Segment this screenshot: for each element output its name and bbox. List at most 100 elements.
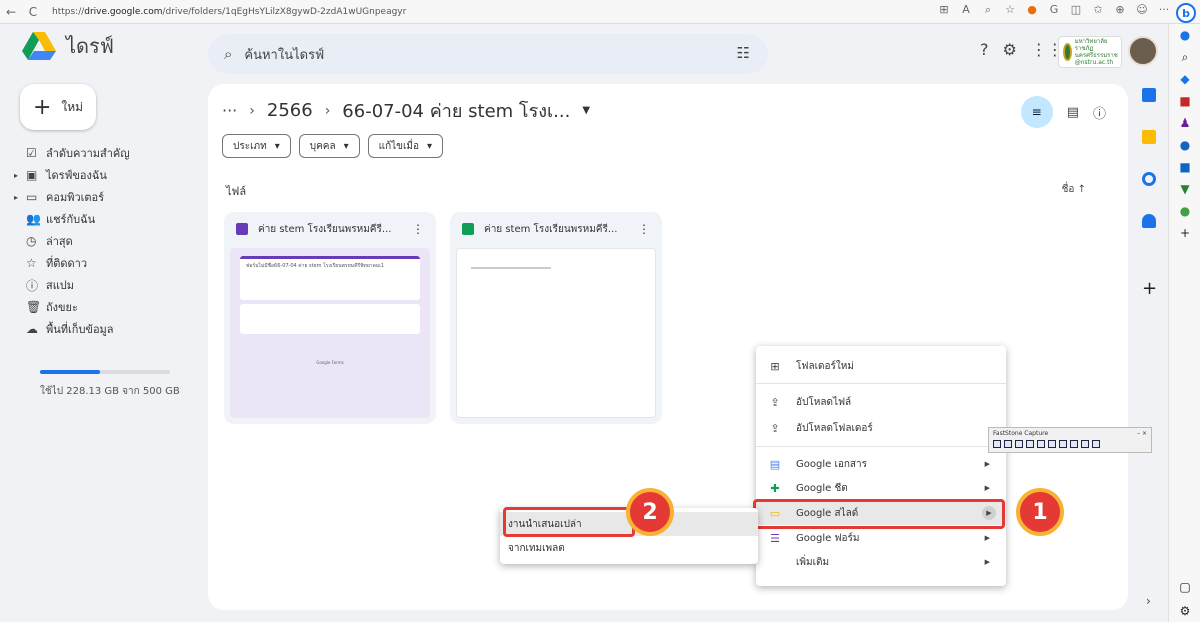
submenu-arrow-icon: ▶ xyxy=(984,534,990,542)
chip-modified[interactable]: แก้ไขเมื่อ ▾ xyxy=(367,134,444,158)
breadcrumb-current[interactable]: 66-07-04 ค่าย stem โรงเ... xyxy=(342,96,570,125)
menu-item-google-docs[interactable]: ▤ Google เอกสาร ▶ xyxy=(756,452,1006,476)
form-preview-question xyxy=(240,304,420,334)
sidebar-item-trash[interactable]: 🗑 ถังขยะ xyxy=(20,296,200,318)
split-icon[interactable]: ◫ xyxy=(1068,3,1084,17)
list-view-icon[interactable]: ▤ xyxy=(1067,105,1079,120)
zoom-icon[interactable]: ⌕ xyxy=(980,3,996,17)
settings-small-icon[interactable] xyxy=(1092,440,1100,448)
get-addons-icon[interactable]: + xyxy=(1142,278,1162,299)
sidebar-item-spam[interactable]: ⓘ สแปม xyxy=(20,274,200,296)
faststone-capture-toolbar[interactable]: FastStone Capture – × xyxy=(988,427,1152,453)
view-controls: ≡ ▤ ⓘ xyxy=(1020,96,1106,128)
faststone-title: FastStone Capture xyxy=(993,429,1049,437)
capture-scroll-icon[interactable] xyxy=(1048,440,1056,448)
capture-fixed-icon[interactable] xyxy=(1059,440,1067,448)
tag-icon[interactable]: ◆ xyxy=(1169,68,1200,90)
chip-type[interactable]: ประเภท ▾ xyxy=(222,134,291,158)
profile-icon[interactable]: ☺ xyxy=(1134,3,1150,17)
capture-video-icon[interactable] xyxy=(1070,440,1078,448)
keep-icon[interactable] xyxy=(1142,130,1156,144)
search-rail-icon[interactable]: ⌕ xyxy=(1169,46,1200,68)
extension-icon[interactable]: ● xyxy=(1024,3,1040,17)
sidebar-item-recent[interactable]: ◷ ล่าสุด xyxy=(20,230,200,252)
expand-icon[interactable]: ▸ xyxy=(14,171,18,180)
sidebar-item-storage[interactable]: ☁ พื้นที่เก็บข้อมูล xyxy=(20,318,200,340)
more-blank-icon xyxy=(768,556,782,568)
green-dot-icon[interactable]: ● xyxy=(1169,200,1200,222)
more-vert-icon[interactable]: ⋮ xyxy=(638,222,650,236)
reader-icon[interactable]: ⊞ xyxy=(936,3,952,17)
search-options-icon[interactable]: ☷ xyxy=(737,44,750,62)
menu-item-label: อัปโหลดไฟล์ xyxy=(796,396,852,408)
breadcrumb-parent[interactable]: 2566 xyxy=(267,100,313,121)
add-rail-icon[interactable]: + xyxy=(1169,222,1200,244)
bird-icon[interactable]: ▼ xyxy=(1169,178,1200,200)
side-panel-toggle-icon[interactable]: › xyxy=(1146,594,1151,608)
outlook-icon[interactable]: ■ xyxy=(1169,156,1200,178)
settings-icon[interactable]: ⚙ xyxy=(1003,40,1017,59)
copilot-icon[interactable]: b xyxy=(1176,3,1196,23)
read-aloud-icon[interactable]: A xyxy=(958,3,974,17)
sidebar-item-starred[interactable]: ☆ ที่ติดดาว xyxy=(20,252,200,274)
faststone-window-controls[interactable]: – × xyxy=(1137,430,1147,437)
calendar-icon[interactable] xyxy=(1142,88,1156,102)
chess-icon[interactable]: ♟ xyxy=(1169,112,1200,134)
form-preview-header: ฟอร์มไม่มีชื่อ66-07-04 ค่าย stem โรงเรีย… xyxy=(240,256,420,300)
contacts-icon[interactable] xyxy=(1142,214,1156,228)
sidebar-item-my-drive[interactable]: ▸ ▣ ไดรฟ์ของฉัน xyxy=(14,164,200,186)
menu-item-more[interactable]: เพิ่มเติม ▶ xyxy=(756,550,1006,574)
forms-icon xyxy=(236,223,248,235)
back-icon[interactable]: ← xyxy=(0,5,22,19)
sidebar-item-computers[interactable]: ▸ ▭ คอมพิวเตอร์ xyxy=(14,186,200,208)
file-card-form[interactable]: ค่าย stem โรงเรียนพรหมคีรี... ⋮ ฟอร์มไม่… xyxy=(224,212,436,424)
favorite-icon[interactable]: ☆ xyxy=(1002,3,1018,17)
info-icon[interactable]: ⓘ xyxy=(1093,103,1106,122)
more-icon[interactable]: ··· xyxy=(1156,3,1172,17)
breadcrumb-more-button[interactable]: ··· xyxy=(222,101,237,120)
avatar[interactable] xyxy=(1128,36,1158,66)
sort-control[interactable]: ชื่อ ↑ xyxy=(1062,182,1086,197)
tasks-icon[interactable] xyxy=(1142,172,1156,186)
menu-divider xyxy=(756,446,1006,447)
new-button[interactable]: + ใหม่ xyxy=(20,84,96,130)
g-icon[interactable]: G xyxy=(1046,3,1062,17)
capture-rect-icon[interactable] xyxy=(1015,440,1023,448)
highlight-box-blank xyxy=(503,507,635,537)
bell-icon[interactable]: ● xyxy=(1169,24,1200,46)
drive-logo[interactable]: ไดรฟ์ xyxy=(22,30,114,62)
address-bar[interactable]: https://drive.google.com/drive/folders/1… xyxy=(52,7,406,17)
collections-icon[interactable]: ⊕ xyxy=(1112,3,1128,17)
panel-icon[interactable]: ▢ xyxy=(1169,576,1200,598)
capture-fullscreen-icon[interactable] xyxy=(1037,440,1045,448)
menu-item-from-template[interactable]: จากเทมเพลต xyxy=(500,536,758,560)
more-vert-icon[interactable]: ⋮ xyxy=(412,222,424,236)
help-icon[interactable]: ? xyxy=(980,40,989,59)
reload-icon[interactable]: C xyxy=(22,5,44,19)
bag-icon[interactable]: ■ xyxy=(1169,90,1200,112)
editor-icon[interactable] xyxy=(1081,440,1089,448)
favorites-icon[interactable]: ✩ xyxy=(1090,3,1106,17)
org-account-badge[interactable]: มหาวิทยาลัยราชภัฏ นครศรีธรรมราช @nstru.a… xyxy=(1058,36,1122,68)
circle-icon[interactable]: ● xyxy=(1169,134,1200,156)
sidebar-item-shared[interactable]: 👥 แชร์กับฉัน xyxy=(20,208,200,230)
expand-icon[interactable]: ▸ xyxy=(14,193,18,202)
menu-item-google-sheets[interactable]: ✚ Google ชีต ▶ xyxy=(756,476,1006,500)
file-card-sheet[interactable]: ค่าย stem โรงเรียนพรหมคีรี... ⋮ xyxy=(450,212,662,424)
capture-window-icon[interactable] xyxy=(993,440,1001,448)
search-input[interactable]: ค้นหาในไดรฟ์ xyxy=(244,44,324,65)
search-bar[interactable]: ⌕ ค้นหาในไดรฟ์ ☷ xyxy=(208,34,768,74)
menu-item-google-forms[interactable]: ☰ Google ฟอร์ม ▶ xyxy=(756,526,1006,550)
capture-object-icon[interactable] xyxy=(1004,440,1012,448)
settings-rail-icon[interactable]: ⚙ xyxy=(1169,600,1200,622)
menu-item-upload-folder[interactable]: ⇪ อัปโหลดโฟลเดอร์ xyxy=(756,416,1006,440)
search-icon[interactable]: ⌕ xyxy=(224,45,232,63)
chip-people[interactable]: บุคคล ▾ xyxy=(298,134,360,158)
menu-item-upload-file[interactable]: ⇪ อัปโหลดไฟล์ xyxy=(756,390,1006,414)
chevron-down-icon[interactable]: ▼ xyxy=(582,105,590,116)
sidebar-item-priority[interactable]: ☑ ลำดับความสำคัญ xyxy=(20,142,200,164)
capture-freehand-icon[interactable] xyxy=(1026,440,1034,448)
menu-item-label: Google ชีต xyxy=(796,482,848,494)
filter-view-button[interactable]: ≡ xyxy=(1020,96,1053,128)
menu-item-new-folder[interactable]: ⊞ โฟลเดอร์ใหม่ xyxy=(756,354,1006,378)
